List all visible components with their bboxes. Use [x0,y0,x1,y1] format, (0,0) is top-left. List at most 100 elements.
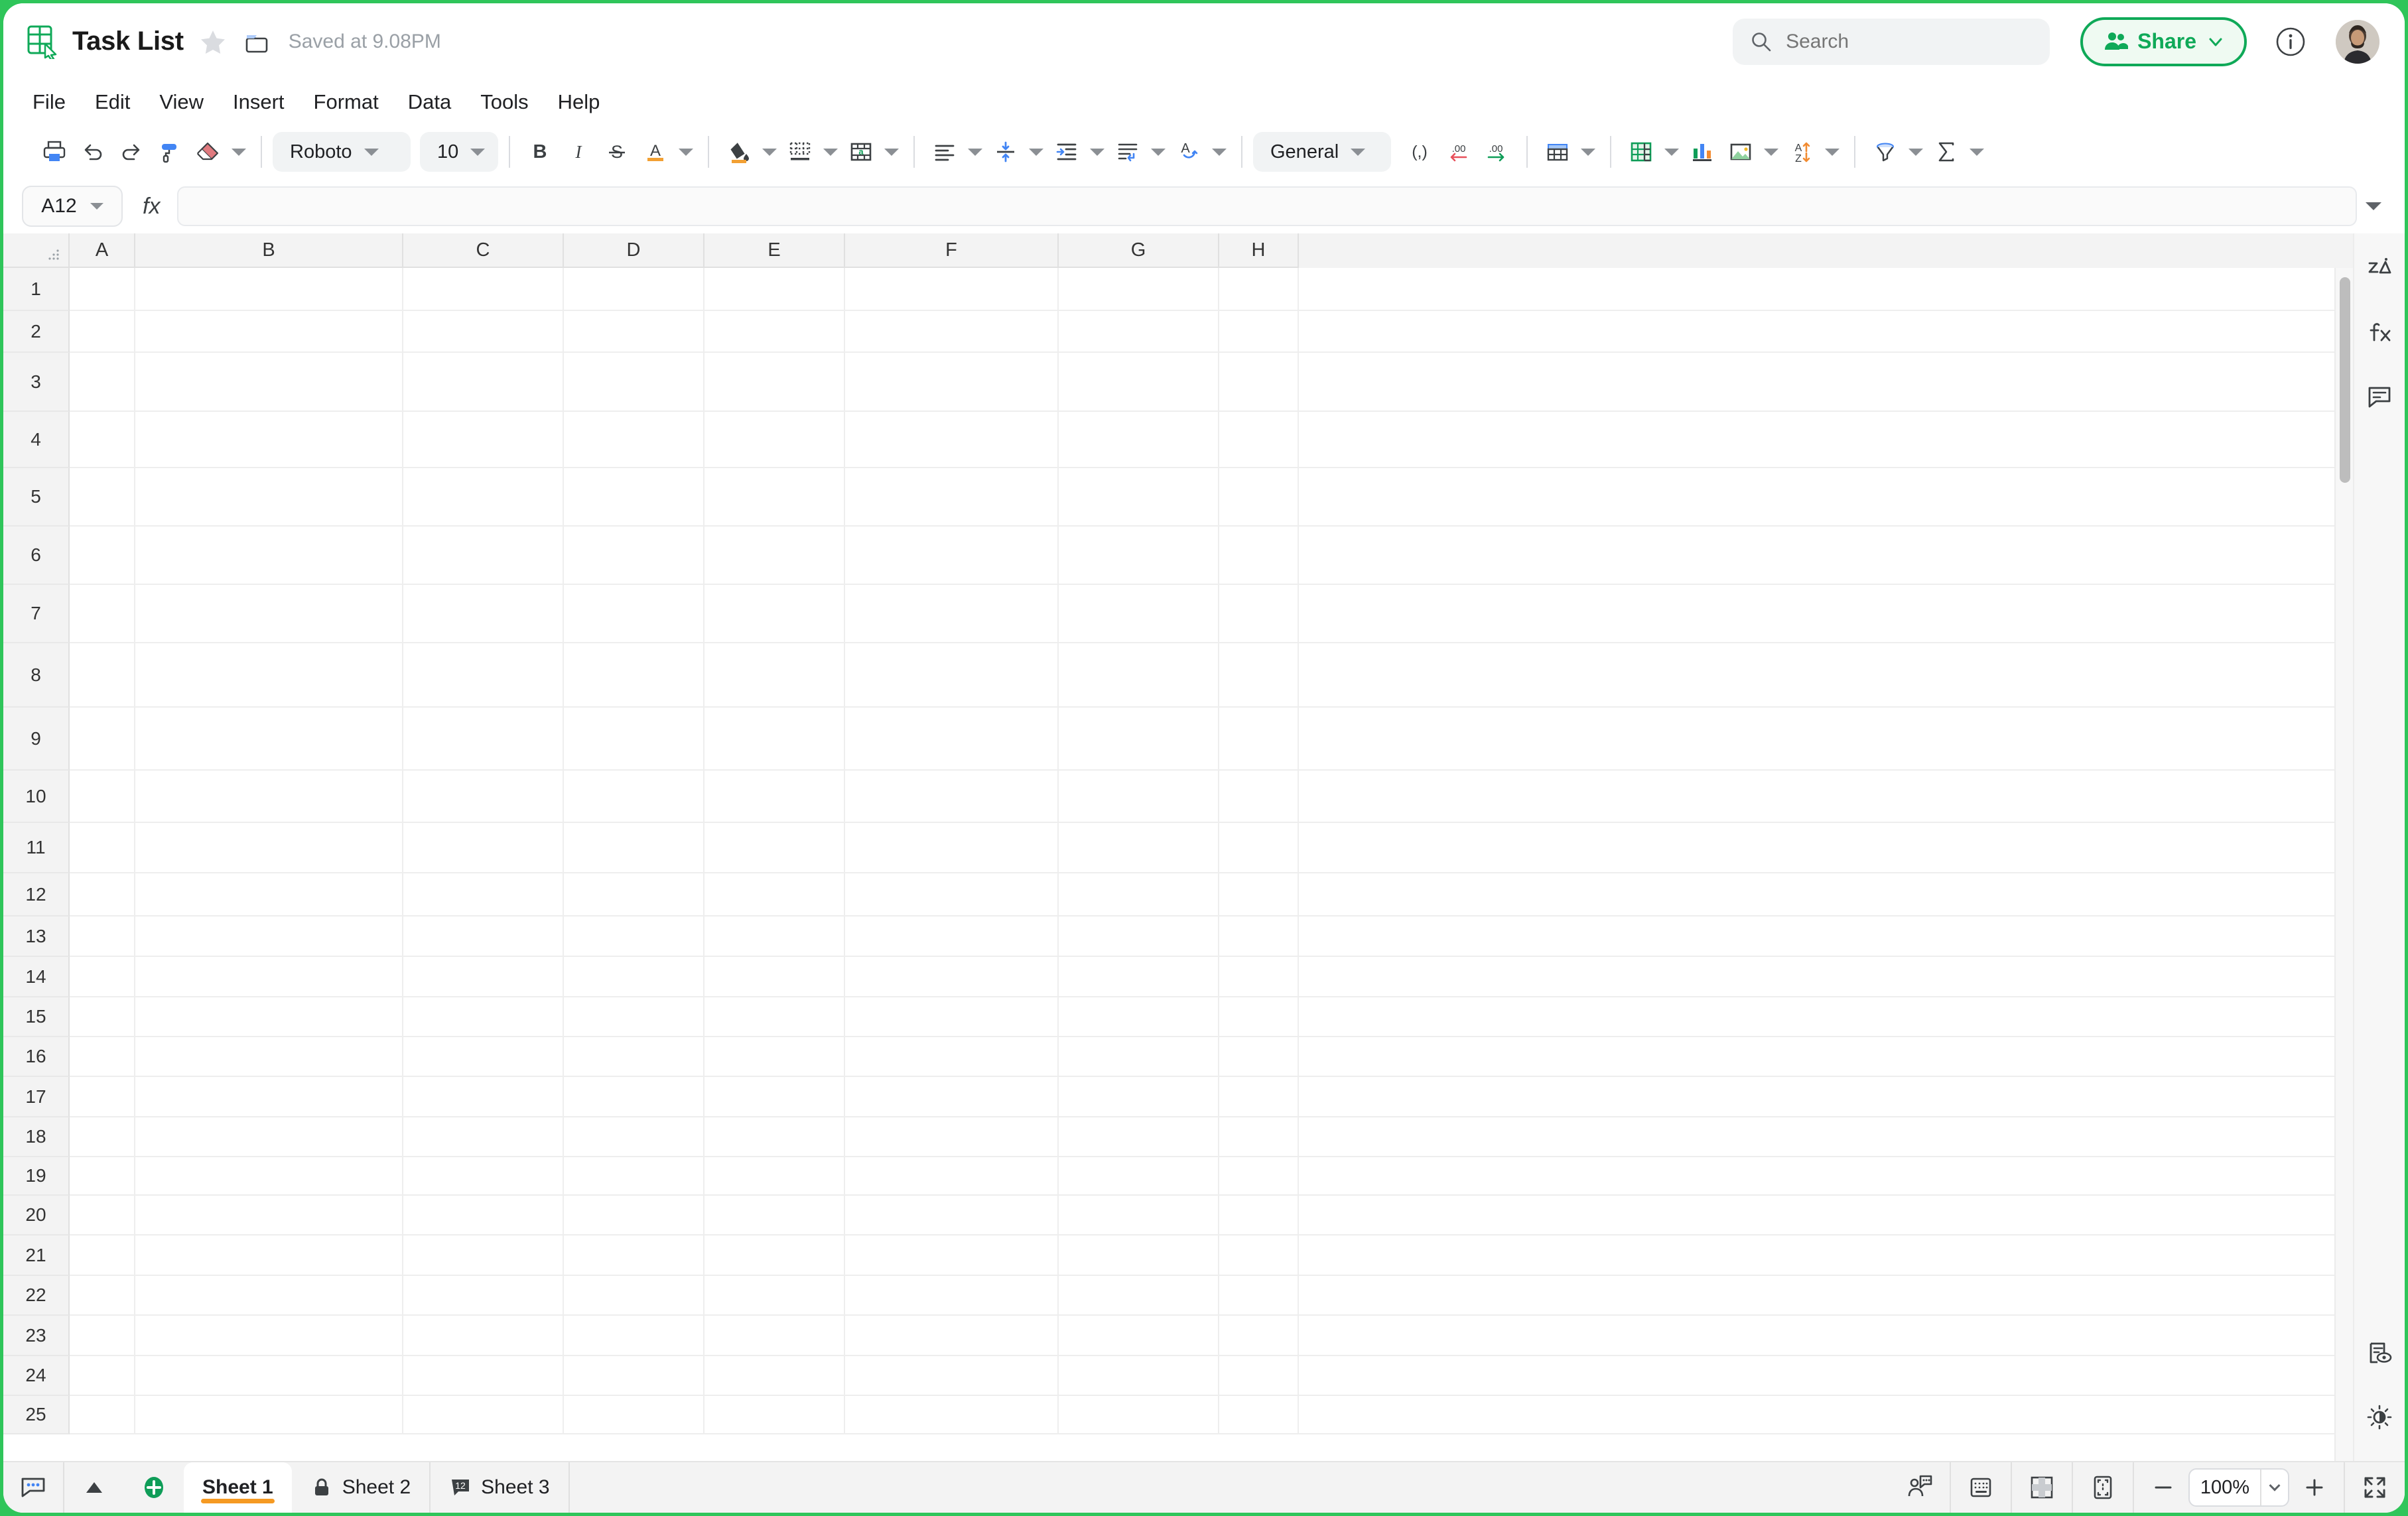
cell-F11[interactable] [845,823,1059,872]
cell-E21[interactable] [704,1235,845,1275]
cell-G8[interactable] [1059,643,1219,706]
column-header-F[interactable]: F [845,233,1059,268]
cell-C11[interactable] [403,823,564,872]
cell-E2[interactable] [704,311,845,351]
triangle-up-icon[interactable] [64,1462,124,1513]
print-icon[interactable] [35,133,74,171]
menu-item-insert[interactable]: Insert [218,85,299,119]
cell-A21[interactable] [70,1235,135,1275]
column-header-E[interactable]: E [704,233,845,268]
cell-A14[interactable] [70,957,135,996]
row-header-21[interactable]: 21 [3,1235,70,1276]
cell-E23[interactable] [704,1316,845,1355]
comment-bubble-icon[interactable] [3,1462,64,1513]
cell-G1[interactable] [1059,268,1219,310]
cell-E7[interactable] [704,585,845,642]
sum-caret[interactable] [1966,135,1988,169]
cell-C15[interactable] [403,997,564,1036]
cell-G15[interactable] [1059,997,1219,1036]
cell-H1[interactable] [1219,268,1299,310]
strikethrough-button[interactable]: S [598,133,636,171]
menu-item-help[interactable]: Help [543,85,615,119]
row-header-17[interactable]: 17 [3,1077,70,1117]
cell-C8[interactable] [403,643,564,706]
fullscreen-icon[interactable] [2344,1462,2405,1513]
borders-icon[interactable] [781,133,819,171]
cell-F22[interactable] [845,1276,1059,1314]
cell-A11[interactable] [70,823,135,872]
cell-H18[interactable] [1219,1117,1299,1156]
eraser-icon[interactable] [189,133,228,171]
cell-F20[interactable] [845,1196,1059,1234]
vertical-scrollbar[interactable] [2334,268,2353,1461]
cell-G6[interactable] [1059,527,1219,584]
cell-G18[interactable] [1059,1117,1219,1156]
cell-C5[interactable] [403,468,564,525]
add-circle-icon[interactable] [124,1462,184,1513]
cell-A18[interactable] [70,1117,135,1156]
cell-D9[interactable] [564,708,704,769]
cell-G23[interactable] [1059,1316,1219,1355]
cell-C21[interactable] [403,1235,564,1275]
row-header-12[interactable]: 12 [3,873,70,916]
cell-D13[interactable] [564,916,704,956]
row-header-10[interactable]: 10 [3,771,70,823]
cell-E22[interactable] [704,1276,845,1314]
cell-B23[interactable] [135,1316,403,1355]
cell-G16[interactable] [1059,1037,1219,1076]
cell-D14[interactable] [564,957,704,996]
cell-E11[interactable] [704,823,845,872]
cell-F18[interactable] [845,1117,1059,1156]
cell-D2[interactable] [564,311,704,351]
cells-area[interactable] [70,268,2334,1461]
cell-E14[interactable] [704,957,845,996]
cell-C1[interactable] [403,268,564,310]
row-header-5[interactable]: 5 [3,468,70,527]
filter-caret[interactable] [1905,135,1927,169]
cell-B24[interactable] [135,1356,403,1395]
cell-E15[interactable] [704,997,845,1036]
spreadsheet-cursor-logo-icon[interactable] [26,25,60,59]
cell-F1[interactable] [845,268,1059,310]
cell-H10[interactable] [1219,771,1299,822]
cell-B14[interactable] [135,957,403,996]
freeze-panes-icon[interactable] [1538,133,1577,171]
cell-A3[interactable] [70,353,135,411]
cell-A20[interactable] [70,1196,135,1234]
cell-H24[interactable] [1219,1356,1299,1395]
cell-B10[interactable] [135,771,403,822]
search-input[interactable] [1786,31,2033,53]
cell-A1[interactable] [70,268,135,310]
cell-B19[interactable] [135,1157,403,1194]
cell-E16[interactable] [704,1037,845,1076]
cell-E8[interactable] [704,643,845,706]
cell-B13[interactable] [135,916,403,956]
cell-B7[interactable] [135,585,403,642]
cell-B4[interactable] [135,412,403,467]
cell-B6[interactable] [135,527,403,584]
cell-D22[interactable] [564,1276,704,1314]
undo-icon[interactable] [74,133,112,171]
cell-C10[interactable] [403,771,564,822]
cell-B21[interactable] [135,1235,403,1275]
cell-D20[interactable] [564,1196,704,1234]
sort-caret[interactable] [1821,135,1843,169]
cell-C16[interactable] [403,1037,564,1076]
cell-H2[interactable] [1219,311,1299,351]
row-header-9[interactable]: 9 [3,708,70,771]
cell-B20[interactable] [135,1196,403,1234]
cell-C4[interactable] [403,412,564,467]
cell-E3[interactable] [704,353,845,411]
cell-C19[interactable] [403,1157,564,1194]
cell-A4[interactable] [70,412,135,467]
cell-G21[interactable] [1059,1235,1219,1275]
cell-F15[interactable] [845,997,1059,1036]
merge-cells-icon[interactable]: a [842,133,880,171]
cell-F9[interactable] [845,708,1059,769]
cell-D19[interactable] [564,1157,704,1194]
cell-A5[interactable] [70,468,135,525]
italic-button[interactable]: I [559,133,598,171]
insert-image-icon[interactable] [1721,133,1760,171]
cell-A10[interactable] [70,771,135,822]
cell-H22[interactable] [1219,1276,1299,1314]
